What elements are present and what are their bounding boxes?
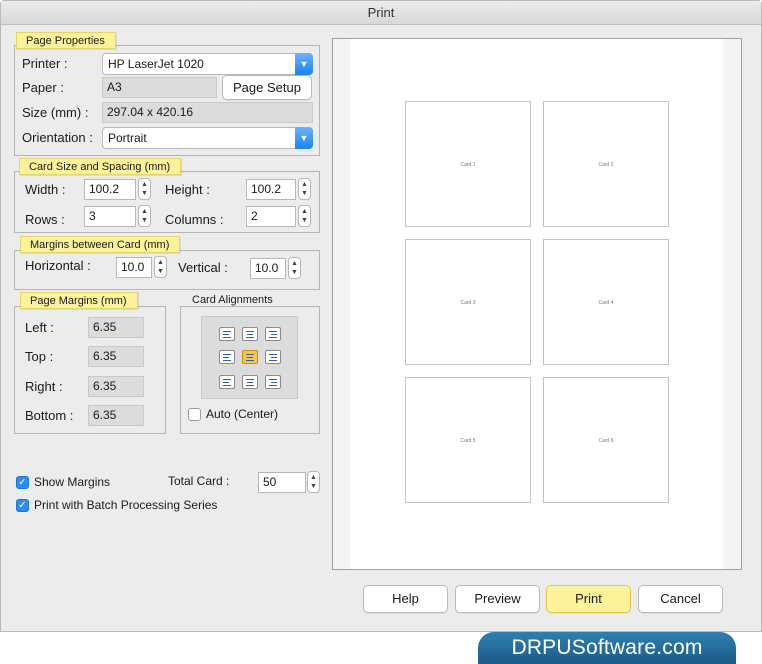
width-stepper[interactable]: ▲ ▼: [138, 178, 151, 200]
size-field: 297.04 x 420.16: [102, 102, 313, 123]
batch-processing-checkbox[interactable]: ✓: [16, 499, 29, 512]
auto-center-label: Auto (Center): [206, 407, 279, 421]
printer-select[interactable]: HP LaserJet 1020 ▼: [102, 53, 313, 75]
columns-stepper[interactable]: ▲ ▼: [298, 205, 311, 227]
orientation-value: Portrait: [108, 131, 147, 145]
align-bottom-center-icon[interactable]: [242, 375, 258, 389]
chevron-down-icon: ▼: [295, 127, 313, 149]
align-top-left-icon[interactable]: [219, 327, 235, 341]
cancel-button[interactable]: Cancel: [638, 585, 723, 613]
card-margins-heading: Margins between Card (mm): [20, 236, 181, 253]
preview-card-6: Card 6: [543, 377, 669, 503]
align-top-right-icon[interactable]: [265, 327, 281, 341]
help-button[interactable]: Help: [363, 585, 448, 613]
align-middle-center-icon[interactable]: [242, 350, 258, 364]
preview-card-4: Card 4: [543, 239, 669, 365]
align-middle-right-icon[interactable]: [265, 350, 281, 364]
bottom-margin-field: 6.35: [88, 405, 144, 426]
page-setup-button[interactable]: Page Setup: [222, 75, 312, 100]
paper-label: Paper :: [22, 80, 64, 95]
preview-card-1: Card 1: [405, 101, 531, 227]
vertical-label: Vertical :: [178, 260, 228, 275]
total-card-label: Total Card :: [168, 474, 230, 488]
rows-label: Rows :: [25, 212, 65, 227]
align-bottom-left-icon[interactable]: [219, 375, 235, 389]
rows-stepper[interactable]: ▲ ▼: [138, 205, 151, 227]
height-label: Height :: [165, 182, 210, 197]
columns-input[interactable]: 2: [246, 206, 296, 227]
right-margin-field: 6.35: [88, 376, 144, 397]
height-input[interactable]: 100.2: [246, 179, 296, 200]
size-label: Size (mm) :: [22, 105, 89, 120]
top-margin-label: Top :: [25, 349, 54, 364]
preview-card-2: Card 2: [543, 101, 669, 227]
align-top-center-icon[interactable]: [242, 327, 258, 341]
total-card-input[interactable]: 50: [258, 472, 306, 493]
vertical-stepper[interactable]: ▲ ▼: [288, 257, 301, 279]
height-stepper[interactable]: ▲ ▼: [298, 178, 311, 200]
total-card-stepper[interactable]: ▲ ▼: [307, 471, 320, 493]
paper-field: A3: [102, 77, 217, 98]
chevron-down-icon: ▼: [295, 53, 313, 75]
auto-center-checkbox[interactable]: [188, 408, 201, 421]
orientation-label: Orientation :: [22, 130, 93, 145]
vertical-input[interactable]: 10.0: [250, 258, 286, 279]
page-margins-heading: Page Margins (mm): [20, 292, 138, 309]
horizontal-stepper[interactable]: ▲ ▼: [154, 256, 167, 278]
align-bottom-right-icon[interactable]: [265, 375, 281, 389]
width-input[interactable]: 100.2: [84, 179, 136, 200]
show-margins-checkbox[interactable]: ✓: [16, 476, 29, 489]
page-properties-heading: Page Properties: [16, 32, 116, 49]
left-margin-label: Left :: [25, 320, 54, 335]
preview-card-3: Card 3: [405, 239, 531, 365]
card-alignments-heading: Card Alignments: [188, 294, 277, 306]
top-margin-field: 6.35: [88, 346, 144, 367]
alignment-grid: [201, 316, 298, 399]
window-title: Print: [1, 1, 761, 25]
show-margins-label: Show Margins: [34, 475, 111, 489]
preview-button[interactable]: Preview: [455, 585, 540, 613]
horizontal-label: Horizontal :: [25, 258, 91, 273]
print-button[interactable]: Print: [546, 585, 631, 613]
right-margin-label: Right :: [25, 379, 63, 394]
batch-processing-label: Print with Batch Processing Series: [34, 498, 218, 512]
bottom-margin-label: Bottom :: [25, 408, 74, 423]
rows-input[interactable]: 3: [84, 206, 136, 227]
width-label: Width :: [25, 182, 66, 197]
orientation-select[interactable]: Portrait ▼: [102, 127, 313, 149]
columns-label: Columns :: [165, 212, 224, 227]
printer-label: Printer :: [22, 56, 68, 71]
horizontal-input[interactable]: 10.0: [116, 257, 152, 278]
preview-card-5: Card 5: [405, 377, 531, 503]
left-margin-field: 6.35: [88, 317, 144, 338]
align-middle-left-icon[interactable]: [219, 350, 235, 364]
card-size-heading: Card Size and Spacing (mm): [19, 158, 182, 175]
printer-value: HP LaserJet 1020: [108, 57, 204, 71]
drpu-logo-banner: DRPUSoftware.com: [478, 632, 736, 664]
